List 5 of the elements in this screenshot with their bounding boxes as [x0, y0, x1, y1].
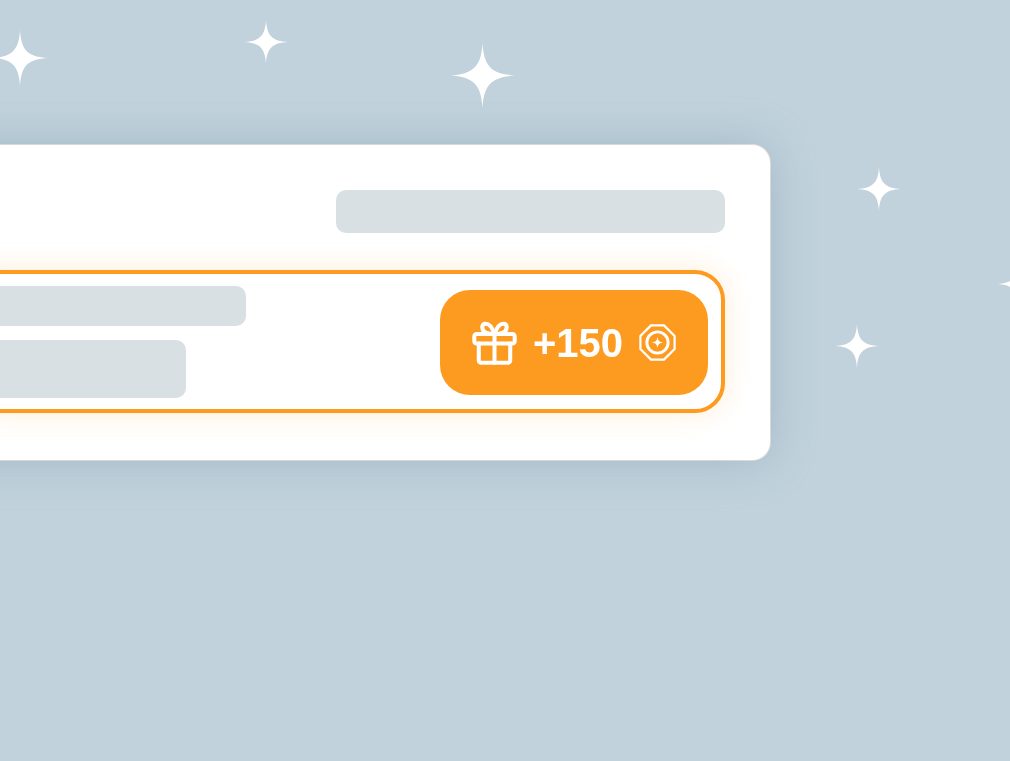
reward-amount: +150 [532, 322, 624, 363]
gift-icon [471, 320, 517, 365]
coin-icon [639, 324, 677, 361]
task-row[interactable]: +150 [0, 270, 725, 413]
sparkle-icon [449, 42, 515, 108]
